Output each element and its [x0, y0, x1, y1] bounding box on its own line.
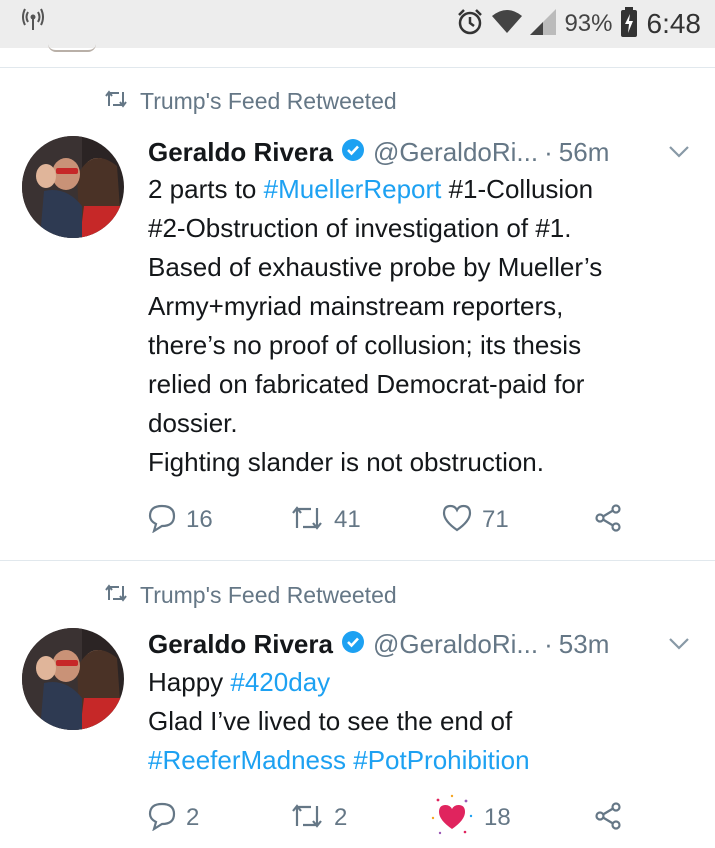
tweet-text-line: dossier.: [148, 404, 693, 443]
verified-badge-icon: [341, 630, 365, 659]
status-bar: 93% 6:48: [0, 0, 715, 48]
tweet-text: 2 parts to #MuellerReport #1-Collusion #2…: [148, 170, 693, 482]
tweet-header: Geraldo Rivera @GeraldoRi... · 56m: [148, 132, 609, 172]
tweet-text-line: Happy #420day: [148, 663, 693, 702]
retweet-label: Trump's Feed Retweeted: [140, 582, 397, 608]
retweet-icon: [290, 505, 324, 536]
reply-button[interactable]: 2: [148, 798, 199, 838]
retweet-button[interactable]: 41: [290, 500, 361, 540]
tweet-text-line: Fighting slander is not obstruction.: [148, 443, 693, 482]
reply-count: 2: [186, 804, 200, 831]
tweet-actions: 16 41 71: [148, 500, 668, 540]
share-icon: [594, 503, 622, 537]
tweet-text-line: there’s no proof of collusion; its thesi…: [148, 326, 693, 365]
text-segment: Army+myriad mainstream reporters,: [148, 291, 564, 321]
tweet[interactable]: Trump's Feed Retweeted Geraldo Rivera @G…: [0, 68, 715, 560]
retweet-icon: [290, 803, 324, 834]
tweet[interactable]: Trump's Feed Retweeted Geraldo Rivera @G…: [0, 561, 715, 848]
reply-icon: [148, 801, 176, 836]
reply-button[interactable]: 16: [148, 500, 213, 540]
tweet-text-line: relied on fabricated Democrat-paid for: [148, 365, 693, 404]
like-button[interactable]: 71: [442, 500, 509, 540]
tweet-time[interactable]: 53m: [559, 629, 610, 660]
share-button[interactable]: [594, 798, 622, 838]
tweet-text-line: #ReeferMadness #PotProhibition: [148, 741, 693, 780]
retweet-count: 2: [334, 804, 348, 831]
like-button[interactable]: 18: [430, 794, 511, 838]
retweet-count: 41: [334, 506, 361, 533]
avatar[interactable]: [22, 628, 124, 730]
tweet-text: Happy #420day Glad I’ve lived to see the …: [148, 663, 693, 780]
separator-dot: ·: [544, 628, 553, 659]
share-button[interactable]: [594, 500, 622, 540]
retweet-label: Trump's Feed Retweeted: [140, 88, 397, 114]
tweet-text-line: Glad I’ve lived to see the end of: [148, 702, 693, 741]
text-segment: relied on fabricated Democrat-paid for: [148, 369, 585, 399]
author-name[interactable]: Geraldo Rivera: [148, 629, 333, 660]
text-segment: Based of exhaustive probe by Mueller’s: [148, 252, 603, 282]
retweet-button[interactable]: 2: [290, 798, 347, 838]
verified-badge-icon: [341, 138, 365, 167]
hashtag-link[interactable]: #PotProhibition: [353, 745, 529, 775]
previous-avatar-edge: [48, 44, 96, 52]
heart-icon: [442, 504, 472, 537]
text-segment: Glad I’ve lived to see the end of: [148, 706, 513, 736]
text-segment: #2-Obstruction of investigation of #1.: [148, 213, 572, 243]
tweet-time[interactable]: 56m: [559, 137, 610, 168]
retweet-context: Trump's Feed Retweeted: [104, 88, 397, 115]
cell-signal-icon: [530, 8, 557, 40]
text-segment: 2 parts to: [148, 174, 264, 204]
signal-broadcast-icon: [22, 8, 44, 37]
heart-filled-icon: [430, 794, 474, 843]
wifi-icon: [492, 9, 523, 40]
hashtag-link[interactable]: #420day: [230, 667, 330, 697]
clock-time: 6:48: [646, 8, 702, 39]
tweet-text-line: Army+myriad mainstream reporters,: [148, 287, 693, 326]
reply-count: 16: [186, 506, 213, 533]
author-handle[interactable]: @GeraldoRi...: [373, 137, 538, 168]
tweet-text-line: #2-Obstruction of investigation of #1.: [148, 209, 693, 248]
tweet-text-line: Based of exhaustive probe by Mueller’s: [148, 248, 693, 287]
retweet-small-icon: [104, 90, 128, 113]
hashtag-link[interactable]: #MuellerReport: [264, 174, 442, 204]
like-count: 71: [482, 506, 509, 533]
avatar[interactable]: [22, 136, 124, 238]
text-segment: there’s no proof of collusion; its thesi…: [148, 330, 582, 360]
share-icon: [594, 801, 622, 835]
reply-icon: [148, 503, 176, 538]
alarm-icon: [456, 8, 484, 41]
text-segment: Fighting slander is not obstruction.: [148, 447, 544, 477]
author-name[interactable]: Geraldo Rivera: [148, 137, 333, 168]
retweet-small-icon: [104, 584, 128, 607]
text-segment: Happy: [148, 667, 231, 697]
chevron-down-icon[interactable]: [668, 145, 690, 164]
text-segment: #1-Collusion: [441, 174, 594, 204]
battery-percent: 93%: [564, 10, 613, 37]
battery-charging-icon: [620, 6, 637, 42]
retweet-context: Trump's Feed Retweeted: [104, 582, 397, 609]
author-handle[interactable]: @GeraldoRi...: [373, 629, 538, 660]
hashtag-link[interactable]: #ReeferMadness: [148, 745, 346, 775]
chevron-down-icon[interactable]: [668, 637, 690, 656]
like-count: 18: [484, 804, 511, 831]
tweet-actions: 2 2 18: [148, 794, 668, 838]
separator-dot: ·: [544, 136, 553, 167]
tweet-text-line: 2 parts to #MuellerReport #1-Collusion: [148, 170, 693, 209]
text-segment: dossier.: [148, 408, 238, 438]
tweet-header: Geraldo Rivera @GeraldoRi... · 53m: [148, 624, 609, 664]
